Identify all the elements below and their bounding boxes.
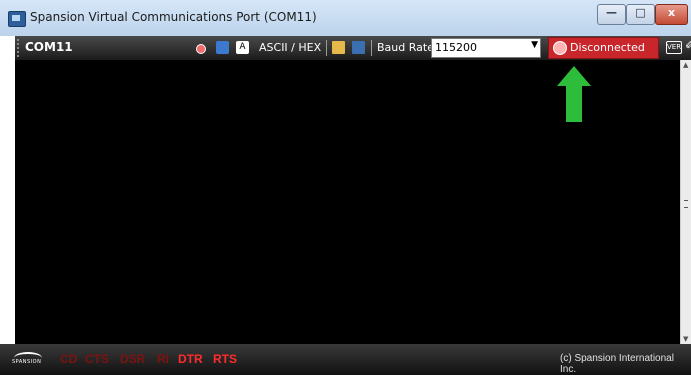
user-icon[interactable] (216, 41, 229, 54)
baud-rate-label: Baud Rate: (377, 41, 438, 54)
annotation-arrow-shape (557, 66, 591, 122)
signal-ri: RI (157, 352, 169, 366)
toolbar-separator (371, 40, 372, 56)
disconnected-icon (553, 41, 567, 55)
toolbar: COM11 A ASCII / HEX Baud Rate: 115200 ▼ … (15, 36, 691, 60)
folder-icon[interactable] (332, 41, 345, 54)
status-dot-icon[interactable] (196, 44, 206, 54)
scroll-down-icon[interactable]: ▼ (683, 335, 688, 343)
version-icon[interactable]: VER (666, 41, 682, 54)
baud-rate-select[interactable]: 115200 ▼ (431, 38, 541, 58)
scroll-grip-icon[interactable] (684, 200, 688, 208)
minimize-button[interactable]: — (597, 4, 626, 25)
copyright-text: (c) Spansion International Inc. (560, 353, 674, 375)
app-window: Spansion Virtual Communications Port (CO… (0, 0, 691, 375)
signal-dsr: DSR (120, 352, 146, 366)
connection-status: Disconnected (570, 41, 645, 54)
signal-rts: RTS (213, 352, 237, 366)
title-bar[interactable]: Spansion Virtual Communications Port (CO… (0, 0, 691, 37)
baud-rate-value: 115200 (435, 41, 477, 54)
app-icon[interactable] (8, 11, 26, 27)
connection-button[interactable]: Disconnected (548, 37, 659, 59)
vertical-scrollbar[interactable]: ▲ ▼ (680, 60, 691, 344)
save-icon[interactable] (352, 41, 365, 54)
ascii-hex-toggle[interactable]: ASCII / HEX (259, 41, 321, 54)
window-title: Spansion Virtual Communications Port (CO… (30, 10, 317, 24)
left-gutter (0, 36, 16, 344)
logo-text: SPANSION (12, 359, 42, 365)
chevron-down-icon: ▼ (531, 40, 538, 50)
signal-dtr: DTR (178, 352, 203, 366)
close-button[interactable]: x (655, 4, 688, 25)
toolbar-separator (326, 40, 327, 56)
signal-cd: CD (60, 352, 78, 366)
maximize-button[interactable]: □ (626, 4, 655, 25)
annotation-arrow (557, 66, 591, 122)
signal-cts: CTS (85, 352, 109, 366)
wrench-icon[interactable]: ✐ (685, 38, 691, 52)
status-bar: SPANSION CD CTS DSR RI DTR RTS (c) Spans… (0, 344, 691, 375)
maximize-icon: □ (635, 6, 646, 19)
close-icon: x (667, 6, 676, 19)
port-label: COM11 (25, 40, 73, 54)
spansion-logo: SPANSION (12, 352, 46, 368)
minimize-icon: — (606, 6, 617, 19)
scroll-up-icon[interactable]: ▲ (683, 61, 688, 69)
font-a-icon[interactable]: A (236, 41, 249, 54)
toolbar-grip[interactable] (17, 39, 19, 57)
